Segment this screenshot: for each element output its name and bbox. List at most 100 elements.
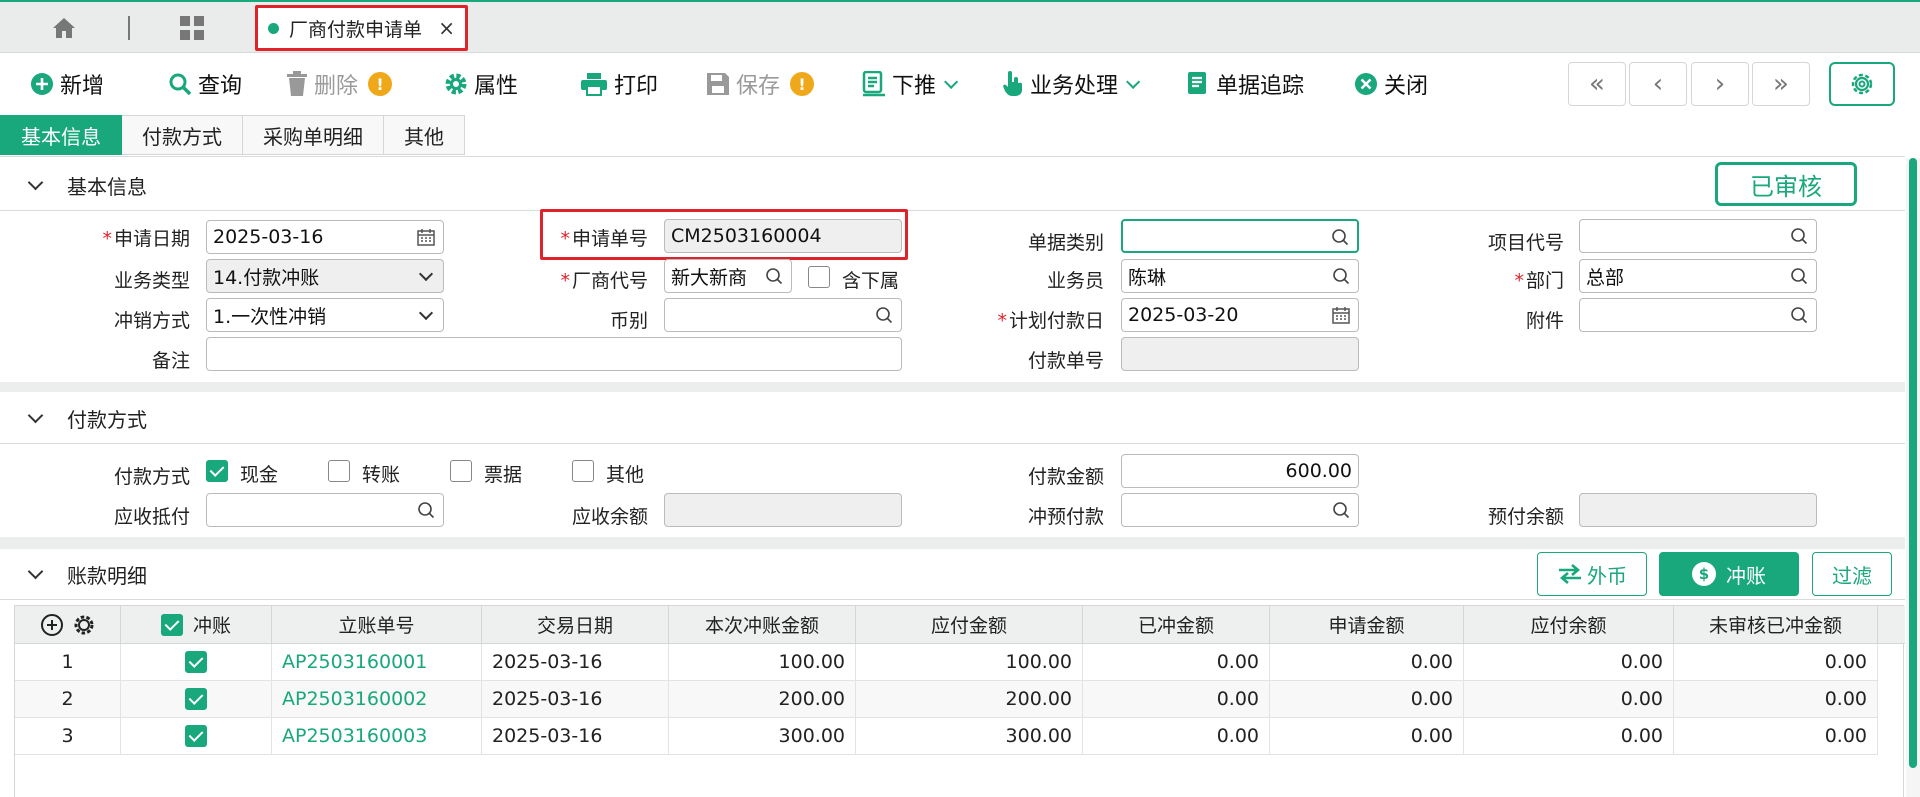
home-icon[interactable] [50, 14, 78, 42]
doc-link[interactable]: AP2503160002 [272, 681, 482, 718]
close-tab-icon[interactable]: × [438, 16, 455, 40]
col-this-amount-header[interactable]: 本次冲账金额 [669, 606, 856, 644]
calendar-icon[interactable] [417, 228, 435, 251]
dept-field[interactable]: 总部 [1579, 259, 1817, 293]
col-offset-amount-header[interactable]: 已冲金额 [1083, 606, 1270, 644]
col-doc-header[interactable]: 立账单号 [272, 606, 482, 644]
business-label: 业务处理 [1030, 74, 1119, 99]
doc-type-field[interactable] [1121, 219, 1359, 253]
payment-header[interactable]: 付款方式 [0, 396, 1905, 440]
writeoff-label: 冲销方式 [113, 310, 190, 332]
ar-offset-field[interactable] [206, 493, 444, 527]
section-title: 基本信息 [67, 174, 147, 199]
attach-label: 附件 [1525, 310, 1564, 332]
last-record-button[interactable]: » [1752, 62, 1810, 106]
search-icon[interactable] [875, 306, 893, 329]
query-label: 查询 [198, 74, 243, 99]
properties-button[interactable]: 属性 [444, 68, 518, 100]
col-date-header[interactable]: 交易日期 [482, 606, 669, 644]
query-button[interactable]: 查询 [168, 68, 242, 100]
row-offset-checkbox[interactable] [185, 688, 207, 710]
remark-field[interactable] [206, 337, 902, 371]
tab-vendor-payment-request[interactable]: 厂商付款申请单 × [255, 5, 468, 51]
doc-type-label: 单据类别 [1027, 232, 1104, 254]
apply-date-field[interactable]: 2025-03-16 [206, 220, 444, 254]
pay-method-label: 付款方式 [113, 466, 190, 488]
doc-link[interactable]: AP2503160003 [272, 718, 482, 755]
search-icon[interactable] [417, 501, 435, 524]
tab-other[interactable]: 其他 [384, 115, 465, 155]
col-unaudited-header[interactable]: 未审核已冲金额 [1674, 606, 1878, 644]
close-button[interactable]: 关闭 [1354, 68, 1428, 100]
project-field[interactable] [1579, 219, 1817, 253]
scrollbar-thumb[interactable] [1909, 158, 1917, 768]
offset-button[interactable]: $ 冲账 [1659, 552, 1799, 596]
search-icon[interactable] [1790, 267, 1808, 290]
biz-type-label: 业务类型 [113, 270, 190, 292]
pay-amount-field[interactable]: 600.00 [1121, 454, 1359, 488]
dept-label: * 部门 [1514, 270, 1564, 292]
doc-link[interactable]: AP2503160001 [272, 644, 482, 681]
salesman-field[interactable]: 陈琳 [1121, 259, 1359, 293]
settings-button[interactable] [1829, 62, 1895, 106]
pay-no-field [1121, 337, 1359, 371]
apply-date-value: 2025-03-16 [213, 226, 324, 248]
section-title: 付款方式 [67, 407, 147, 432]
search-icon[interactable] [1790, 306, 1808, 329]
col-balance-header[interactable]: 应付余额 [1464, 606, 1674, 644]
active-dot-icon [268, 22, 279, 34]
plan-date-field[interactable]: 2025-03-20 [1121, 298, 1359, 332]
biz-type-select[interactable]: 14.付款冲账 [206, 259, 444, 293]
chevron-down-icon [1126, 74, 1141, 89]
grid-menu-icon[interactable] [178, 14, 206, 42]
other-checkbox[interactable] [572, 460, 594, 482]
writeoff-select[interactable]: 1.一次性冲销 [206, 298, 444, 332]
search-icon[interactable] [1790, 227, 1808, 250]
row-offset-checkbox[interactable] [185, 651, 207, 673]
bill-checkbox[interactable] [450, 460, 472, 482]
calendar-icon[interactable] [1332, 306, 1350, 329]
close-label: 关闭 [1384, 74, 1429, 99]
col-payable-header[interactable]: 应付金额 [856, 606, 1083, 644]
prepay-offset-field[interactable] [1121, 493, 1359, 527]
gear-icon [1851, 73, 1873, 95]
printer-icon [580, 72, 608, 96]
add-button[interactable]: 新增 [30, 68, 104, 100]
print-button[interactable]: 打印 [580, 68, 658, 100]
row-offset-checkbox[interactable] [185, 725, 207, 747]
basic-info-header[interactable]: 基本信息 [0, 163, 1905, 207]
select-all-checkbox[interactable] [160, 613, 183, 636]
cash-checkbox[interactable] [206, 460, 228, 482]
tab-purchase-detail[interactable]: 采购单明细 [243, 115, 384, 155]
vendor-field[interactable]: 新大新商 [664, 259, 792, 293]
add-row-icon[interactable] [40, 613, 64, 637]
col-apply-header[interactable]: 申请金额 [1270, 606, 1464, 644]
push-down-icon [862, 71, 886, 97]
other-label: 其他 [606, 464, 645, 486]
attach-field[interactable] [1579, 298, 1817, 332]
foreign-currency-button[interactable]: 外币 [1537, 552, 1647, 596]
tab-payment-method[interactable]: 付款方式 [122, 115, 243, 155]
search-icon[interactable] [765, 267, 783, 290]
prev-record-button[interactable]: ‹ [1629, 62, 1687, 106]
business-menu[interactable]: 业务处理 [1002, 68, 1141, 100]
vertical-scrollbar[interactable] [1906, 158, 1920, 797]
status-badge: 已审核 [1715, 162, 1857, 206]
search-icon[interactable] [1332, 267, 1350, 290]
first-record-button[interactable]: « [1568, 62, 1626, 106]
push-down-menu[interactable]: 下推 [862, 68, 959, 100]
trace-button[interactable]: 单据追踪 [1186, 68, 1304, 100]
warning-icon: ! [368, 72, 393, 96]
next-record-button[interactable]: › [1691, 62, 1749, 106]
include-sub-checkbox[interactable] [808, 266, 830, 288]
search-icon[interactable] [1331, 228, 1349, 251]
tab-basic-info[interactable]: 基本信息 [0, 115, 122, 155]
currency-field[interactable] [664, 298, 902, 332]
transfer-checkbox[interactable] [328, 460, 350, 482]
save-button[interactable]: 保存 ! [706, 68, 815, 100]
filter-button[interactable]: 过滤 [1812, 552, 1892, 596]
cash-label: 现金 [240, 464, 279, 486]
gear-icon[interactable] [72, 613, 96, 637]
search-icon[interactable] [1332, 501, 1350, 524]
delete-button[interactable]: 删除 ! [286, 68, 393, 100]
